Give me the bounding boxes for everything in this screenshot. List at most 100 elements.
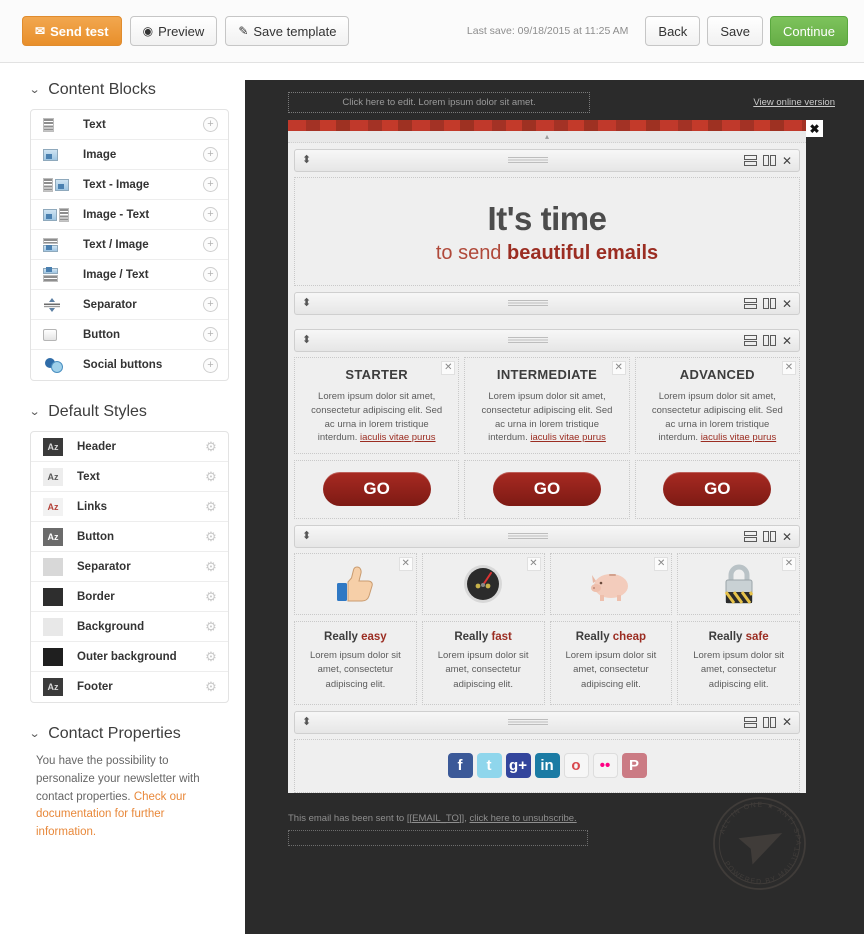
split-columns-icon[interactable]: [762, 298, 776, 309]
feature-text-cell[interactable]: Really easy Lorem ipsum dolor sit amet, c…: [294, 621, 417, 705]
tier-button-cell[interactable]: GO: [294, 460, 460, 520]
drag-grip-icon[interactable]: [507, 300, 548, 307]
close-icon[interactable]: ✖: [806, 120, 823, 137]
tier-link[interactable]: iaculis vitae purus: [530, 432, 606, 443]
default-style-item-links[interactable]: Az Links ⚙: [31, 492, 228, 522]
content-block-item-text[interactable]: Text +: [31, 110, 228, 140]
email-token[interactable]: [[EMAIL_TO]]: [407, 813, 464, 824]
move-vertical-icon[interactable]: ⬍: [302, 716, 311, 728]
split-columns-icon[interactable]: [762, 155, 776, 166]
unsubscribe-link[interactable]: click here to unsubscribe.: [469, 813, 576, 824]
add-block-icon[interactable]: +: [203, 207, 218, 222]
content-block-item-image[interactable]: Image +: [31, 140, 228, 170]
content-block-item-text-image[interactable]: Text / Image +: [31, 230, 228, 260]
social-block[interactable]: f t g+ in o •• P: [294, 738, 800, 793]
gear-icon[interactable]: ⚙: [204, 619, 218, 634]
go-button[interactable]: GO: [663, 472, 772, 507]
contact-properties-header[interactable]: ⌄ Contact Properties: [29, 725, 229, 743]
spacer-block[interactable]: [288, 315, 806, 323]
tier-button-cell[interactable]: GO: [634, 460, 800, 520]
orkut-icon[interactable]: o: [563, 752, 589, 778]
remove-block-icon[interactable]: ✕: [782, 297, 792, 311]
go-button[interactable]: GO: [322, 472, 431, 507]
add-block-icon[interactable]: +: [203, 147, 218, 162]
remove-column-icon[interactable]: ✕: [441, 361, 456, 375]
gear-icon[interactable]: ⚙: [204, 529, 218, 544]
gear-icon[interactable]: ⚙: [204, 680, 218, 694]
split-columns-icon[interactable]: [762, 531, 776, 543]
tier-button-cell[interactable]: GO: [464, 460, 630, 520]
split-rows-icon[interactable]: [743, 335, 757, 346]
remove-column-icon[interactable]: ✕: [654, 557, 669, 572]
split-rows-icon[interactable]: [743, 716, 757, 728]
add-block-icon[interactable]: +: [203, 117, 218, 132]
gear-icon[interactable]: ⚙: [204, 499, 218, 514]
google-plus-icon[interactable]: g+: [505, 752, 531, 778]
gear-icon[interactable]: ⚙: [204, 439, 218, 454]
default-style-item-outer-background[interactable]: Outer background ⚙: [31, 642, 228, 672]
add-block-icon[interactable]: +: [203, 357, 218, 373]
content-block-item-separator[interactable]: Separator +: [31, 290, 228, 320]
style-color-swatch[interactable]: [43, 557, 63, 576]
header-banner-image[interactable]: [288, 120, 806, 131]
add-block-icon[interactable]: +: [203, 177, 218, 192]
footer-editable-area[interactable]: [288, 829, 588, 846]
style-color-swatch[interactable]: Az: [43, 678, 63, 696]
feature-icon-cell[interactable]: ✕: [549, 553, 673, 616]
style-color-swatch[interactable]: Az: [43, 527, 63, 546]
linkedin-icon[interactable]: in: [534, 752, 560, 778]
feature-text-cell[interactable]: Really cheap Lorem ipsum dolor sit amet, …: [549, 621, 673, 705]
continue-button[interactable]: Continue: [769, 16, 848, 46]
default-style-item-border[interactable]: Border ⚙: [31, 582, 228, 612]
remove-column-icon[interactable]: ✕: [782, 557, 796, 572]
content-block-item-image-text[interactable]: Image - Text +: [31, 200, 228, 230]
style-color-swatch[interactable]: Az: [43, 437, 63, 456]
feature-icon-cell[interactable]: ✕: [421, 553, 545, 616]
gear-icon[interactable]: ⚙: [204, 589, 218, 604]
remove-column-icon[interactable]: ✕: [781, 361, 796, 375]
remove-block-icon[interactable]: ✕: [782, 154, 792, 168]
tier-link[interactable]: iaculis vitae purus: [360, 432, 436, 443]
remove-column-icon[interactable]: ✕: [398, 557, 413, 572]
split-rows-icon[interactable]: [743, 531, 757, 543]
style-color-swatch[interactable]: Az: [43, 467, 63, 486]
default-style-item-button[interactable]: Az Button ⚙: [31, 522, 228, 552]
split-rows-icon[interactable]: [743, 155, 757, 166]
add-block-icon[interactable]: +: [203, 327, 218, 342]
remove-block-icon[interactable]: ✕: [782, 334, 792, 348]
move-vertical-icon[interactable]: ⬍: [302, 531, 311, 542]
gear-icon[interactable]: ⚙: [204, 469, 218, 484]
gear-icon[interactable]: ⚙: [204, 649, 218, 664]
remove-column-icon[interactable]: ✕: [526, 557, 541, 572]
default-styles-header[interactable]: ⌄ Default Styles: [29, 403, 229, 421]
drag-grip-icon[interactable]: [507, 157, 548, 164]
add-block-icon[interactable]: +: [203, 297, 218, 312]
split-columns-icon[interactable]: [762, 716, 776, 728]
add-block-icon[interactable]: +: [203, 267, 218, 282]
split-columns-icon[interactable]: [762, 335, 776, 346]
default-style-item-footer[interactable]: Az Footer ⚙: [31, 672, 228, 702]
default-style-item-separator[interactable]: Separator ⚙: [31, 552, 228, 582]
move-vertical-icon[interactable]: ⬍: [302, 155, 311, 166]
tier-column[interactable]: ✕ INTERMEDIATE Lorem ipsum dolor sit amet,…: [464, 357, 630, 455]
facebook-icon[interactable]: f: [447, 752, 473, 778]
style-color-swatch[interactable]: [43, 617, 63, 636]
save-template-button[interactable]: ✎ Save template: [225, 16, 350, 46]
move-vertical-icon[interactable]: ⬍: [302, 335, 311, 346]
gear-icon[interactable]: ⚙: [204, 559, 218, 574]
pinterest-icon[interactable]: P: [621, 752, 647, 778]
remove-block-icon[interactable]: ✕: [782, 715, 792, 729]
drag-grip-icon[interactable]: [507, 718, 548, 726]
tier-column[interactable]: ✕ ADVANCED Lorem ipsum dolor sit amet, con…: [634, 357, 800, 455]
feature-icon-cell[interactable]: ✕: [677, 553, 800, 616]
default-style-item-header[interactable]: Az Header ⚙: [31, 432, 228, 462]
split-rows-icon[interactable]: [743, 298, 757, 309]
add-block-icon[interactable]: +: [203, 237, 218, 252]
preheader-text-field[interactable]: Click here to edit. Lorem ipsum dolor si…: [288, 92, 590, 113]
content-block-item-button[interactable]: Button +: [31, 320, 228, 350]
content-block-item-text-image[interactable]: Text - Image +: [31, 170, 228, 200]
send-test-button[interactable]: ✉ Send test: [22, 16, 122, 46]
save-button[interactable]: Save: [707, 16, 763, 46]
remove-block-icon[interactable]: ✕: [782, 530, 792, 544]
feature-text-cell[interactable]: Really safe Lorem ipsum dolor sit amet, c…: [677, 621, 800, 705]
